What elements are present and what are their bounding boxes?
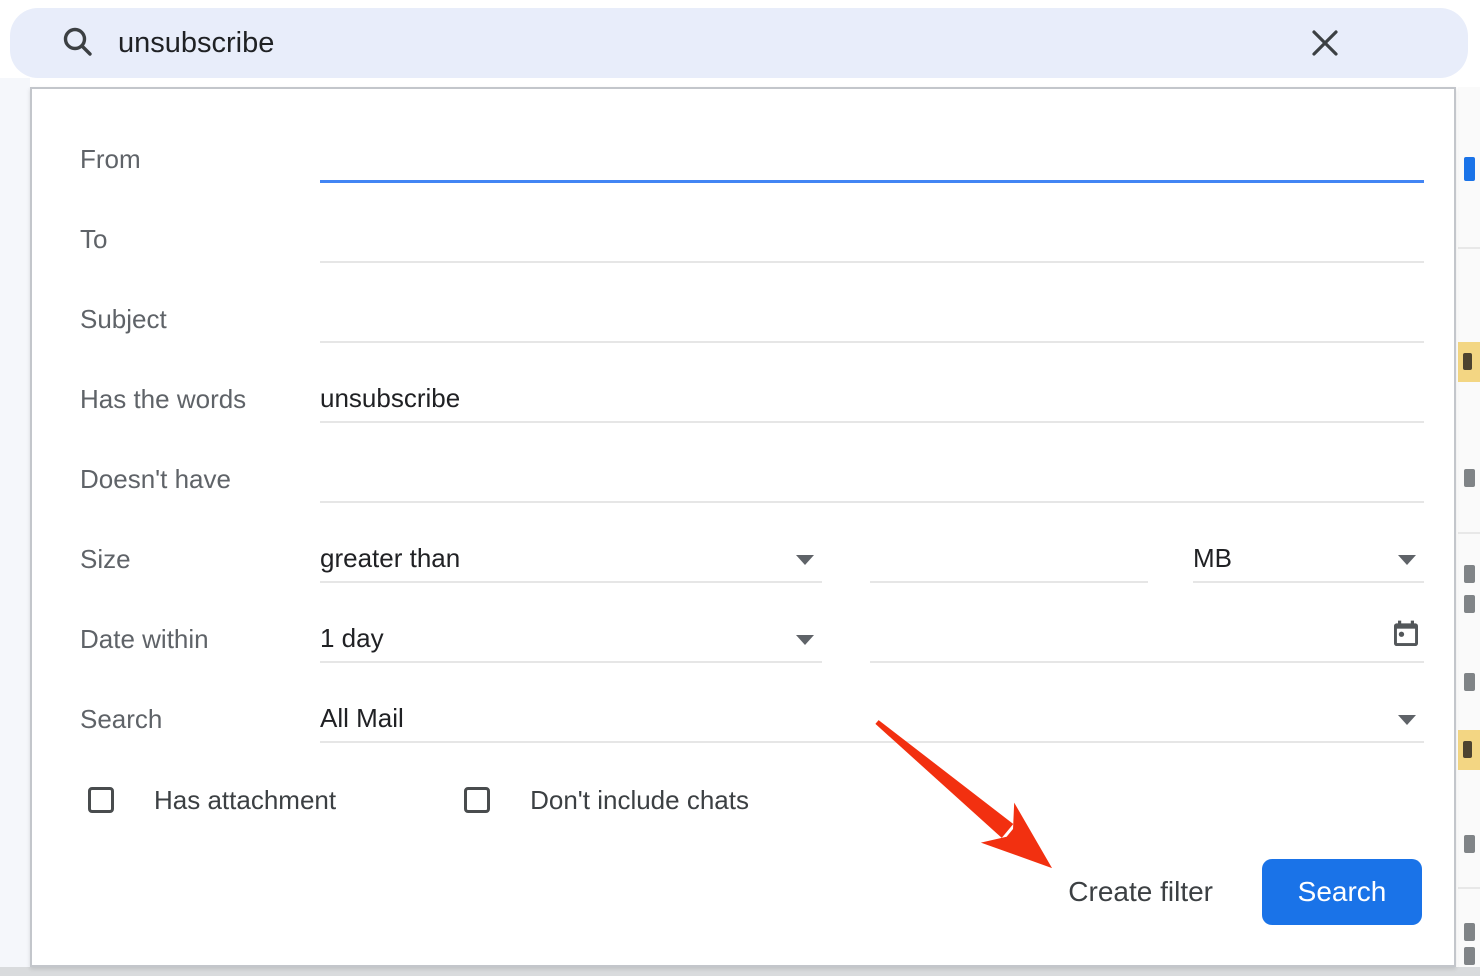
background-page-fragment — [1464, 157, 1475, 181]
page-bottom-edge — [0, 967, 1480, 976]
background-page-fragment — [1464, 469, 1475, 487]
background-divider — [1458, 247, 1480, 249]
background-page-fragment — [1464, 835, 1475, 853]
background-page-strip — [1458, 87, 1480, 967]
doesnt-have-input[interactable] — [320, 455, 1424, 503]
from-input[interactable] — [320, 135, 1424, 183]
doesnt-have-label: Doesn't have — [80, 464, 320, 495]
size-operator-value: greater than — [320, 543, 460, 574]
background-divider — [1458, 532, 1480, 534]
options-row: Has attachment Don't include chats — [80, 772, 1424, 828]
close-icon[interactable] — [1308, 26, 1342, 60]
chevron-down-icon — [796, 635, 814, 645]
actions-row: Create filter Search — [80, 860, 1424, 924]
from-row: From — [80, 119, 1424, 199]
from-label: From — [80, 144, 320, 175]
advanced-search-panel: From To Subject Has the words Doesn't ha… — [30, 87, 1456, 967]
dont-include-chats-label: Don't include chats — [530, 785, 749, 816]
search-bar[interactable] — [10, 8, 1468, 78]
create-filter-button[interactable]: Create filter — [1068, 876, 1213, 908]
has-words-label: Has the words — [80, 384, 320, 415]
size-unit-select[interactable]: MB — [1193, 535, 1424, 583]
subject-input[interactable] — [320, 295, 1424, 343]
search-scope-label: Search — [80, 704, 320, 735]
date-input[interactable] — [870, 615, 1424, 663]
background-page-fragment — [1464, 565, 1475, 583]
size-operator-select[interactable]: greater than — [320, 535, 822, 583]
background-highlight-badge — [1458, 730, 1480, 770]
background-divider — [1458, 887, 1480, 889]
size-unit-value: MB — [1193, 543, 1232, 574]
to-input[interactable] — [320, 215, 1424, 263]
size-amount-input[interactable] — [870, 535, 1148, 583]
calendar-icon[interactable] — [1390, 618, 1422, 655]
background-page-fragment — [1464, 595, 1475, 613]
has-words-input[interactable] — [320, 375, 1424, 423]
background-page-fragment — [1464, 947, 1475, 965]
subject-label: Subject — [80, 304, 320, 335]
background-page-fragment — [1464, 923, 1475, 941]
has-attachment-label: Has attachment — [154, 785, 336, 816]
to-label: To — [80, 224, 320, 255]
search-input[interactable] — [118, 21, 1168, 65]
size-row: Size greater than MB — [80, 519, 1424, 599]
background-highlight-badge — [1458, 342, 1480, 382]
chevron-down-icon — [1398, 715, 1416, 725]
subject-row: Subject — [80, 279, 1424, 359]
date-within-row: Date within 1 day — [80, 599, 1424, 679]
background-page-fragment — [1464, 673, 1475, 691]
date-range-value: 1 day — [320, 623, 384, 654]
doesnt-have-row: Doesn't have — [80, 439, 1424, 519]
dont-include-chats-checkbox[interactable] — [464, 787, 490, 813]
search-scope-value: All Mail — [320, 703, 404, 734]
size-label: Size — [80, 544, 320, 575]
has-attachment-checkbox[interactable] — [88, 787, 114, 813]
search-button[interactable]: Search — [1262, 859, 1422, 925]
to-row: To — [80, 199, 1424, 279]
has-words-row: Has the words — [80, 359, 1424, 439]
search-scope-select[interactable]: All Mail — [320, 695, 1424, 743]
search-icon — [60, 25, 96, 61]
chevron-down-icon — [796, 555, 814, 565]
date-range-select[interactable]: 1 day — [320, 615, 822, 663]
search-scope-row: Search All Mail — [80, 679, 1424, 759]
date-within-label: Date within — [80, 624, 320, 655]
page-left-margin — [0, 78, 30, 976]
chevron-down-icon — [1398, 555, 1416, 565]
